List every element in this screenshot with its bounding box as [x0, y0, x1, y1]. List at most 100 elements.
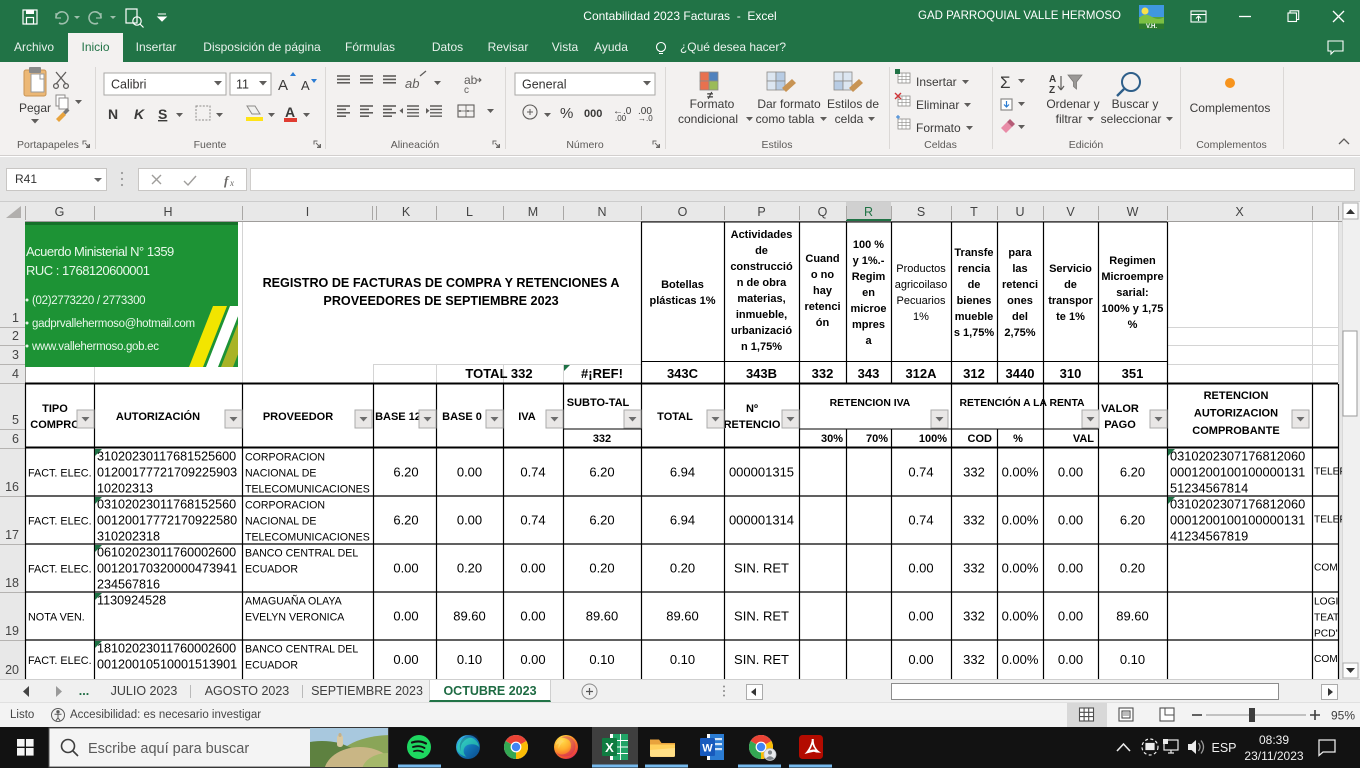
svg-text:BANCO CENTRAL DEL: BANCO CENTRAL DEL: [245, 548, 358, 560]
svg-text:N: N: [108, 106, 118, 122]
svg-text:6.20: 6.20: [393, 465, 418, 480]
svg-text:PCD": PCD": [1314, 629, 1340, 640]
svg-text:0.00: 0.00: [1058, 561, 1083, 576]
svg-text:las: las: [1012, 263, 1027, 275]
svg-text:bienes: bienes: [957, 295, 992, 307]
svg-text:0.00: 0.00: [457, 465, 482, 480]
svg-text:0.00: 0.00: [1058, 513, 1083, 528]
svg-text:COM: COM: [1314, 563, 1338, 574]
svg-text:0.00%: 0.00%: [1002, 513, 1039, 528]
svg-text:0.20: 0.20: [589, 561, 614, 576]
svg-text:Regim: Regim: [852, 271, 886, 283]
svg-text:PAGO: PAGO: [1104, 419, 1136, 431]
svg-text:RETENCIÓN A LA RENTA: RETENCIÓN A LA RENTA: [959, 396, 1085, 409]
svg-text:R: R: [864, 205, 873, 219]
svg-text:COD: COD: [968, 433, 993, 445]
svg-text:FACT. ELEC.: FACT. ELEC.: [28, 655, 92, 667]
svg-text:Σ: Σ: [1000, 73, 1011, 92]
svg-text:0.00%: 0.00%: [1002, 561, 1039, 576]
svg-text:351: 351: [1122, 366, 1144, 381]
svg-text:ESP: ESP: [1211, 741, 1236, 755]
svg-text:0.00: 0.00: [457, 513, 482, 528]
svg-text:VALOR: VALOR: [1101, 403, 1139, 415]
svg-text:23/11/2023: 23/11/2023: [1244, 749, 1303, 763]
svg-text:SUBTO-TAL: SUBTO-TAL: [567, 397, 630, 409]
svg-text:Buscar y: Buscar y: [1112, 97, 1159, 111]
svg-text:ECUADOR: ECUADOR: [245, 564, 298, 576]
svg-text:0.10: 0.10: [457, 652, 482, 667]
svg-text:A: A: [1049, 74, 1056, 85]
svg-text:K: K: [134, 106, 145, 122]
svg-text:SIN. RET: SIN. RET: [734, 561, 789, 576]
svg-text:332: 332: [963, 609, 985, 624]
svg-text:n de obra: n de obra: [737, 277, 787, 289]
svg-text:0.00: 0.00: [393, 609, 418, 624]
svg-text:(02)2773220 / 2773300: (02)2773220 / 2773300: [32, 295, 145, 307]
svg-text:312A: 312A: [905, 366, 937, 381]
svg-text:celda: celda: [835, 112, 864, 126]
svg-text:343B: 343B: [746, 366, 777, 381]
svg-text:06102023011760002600: 06102023011760002600: [97, 546, 236, 560]
svg-text:para: para: [1008, 247, 1032, 259]
svg-text:Pecuarios: Pecuarios: [897, 295, 946, 307]
svg-text:332: 332: [593, 433, 611, 445]
svg-text:EVELYN VERONICA: EVELYN VERONICA: [245, 612, 345, 624]
svg-text:332: 332: [963, 652, 985, 667]
svg-text:18: 18: [5, 576, 19, 590]
svg-text:Nº: Nº: [746, 403, 758, 415]
svg-text:3: 3: [12, 348, 19, 362]
svg-text:0.00%: 0.00%: [1002, 465, 1039, 480]
svg-text:→.0: →.0: [638, 114, 653, 123]
svg-text:0.00: 0.00: [1058, 652, 1083, 667]
svg-text:N: N: [597, 205, 606, 219]
svg-text:6: 6: [12, 432, 19, 446]
svg-text:0.20: 0.20: [670, 561, 695, 576]
svg-text:20: 20: [5, 663, 19, 677]
svg-text:inmueble,: inmueble,: [736, 309, 787, 321]
svg-text:BASE 12: BASE 12: [375, 411, 421, 423]
svg-text:11: 11: [236, 78, 249, 92]
svg-text:0.74: 0.74: [520, 513, 545, 528]
svg-text:o no: o no: [811, 269, 834, 281]
svg-text:microe: microe: [850, 303, 886, 315]
svg-text:IVA: IVA: [518, 411, 536, 423]
svg-text:Productos: Productos: [896, 263, 946, 275]
svg-text:0.00: 0.00: [520, 561, 545, 576]
svg-text:sarial:: sarial:: [1116, 287, 1148, 299]
svg-text:6.94: 6.94: [670, 465, 695, 480]
svg-text:CORPORACION: CORPORACION: [245, 500, 325, 512]
svg-text:NACIONAL DE: NACIONAL DE: [245, 468, 316, 480]
svg-text:plásticas 1%: plásticas 1%: [649, 295, 715, 307]
svg-text:ECUADOR: ECUADOR: [245, 660, 298, 672]
svg-text:6.20: 6.20: [589, 465, 614, 480]
svg-text:6.20: 6.20: [393, 513, 418, 528]
svg-text:6.20: 6.20: [1120, 513, 1145, 528]
svg-text:0.00: 0.00: [1058, 609, 1083, 624]
svg-text:RETENCION: RETENCION: [1204, 390, 1269, 402]
svg-text:Ordenar y: Ordenar y: [1046, 97, 1099, 111]
svg-text:10202313: 10202313: [97, 482, 153, 496]
svg-text:3440: 3440: [1006, 366, 1035, 381]
svg-text:gadprvallehermoso@hotmail.com: gadprvallehermoso@hotmail.com: [32, 318, 195, 330]
svg-text:L: L: [466, 205, 473, 219]
svg-text:ones: ones: [1007, 295, 1033, 307]
svg-text:c: c: [464, 85, 469, 96]
svg-text:0.00: 0.00: [908, 561, 933, 576]
svg-text:NOTA VEN.: NOTA VEN.: [28, 612, 85, 624]
svg-text:A: A: [285, 104, 295, 120]
svg-text:AUTORIZACION: AUTORIZACION: [1194, 408, 1278, 420]
svg-text:W: W: [702, 743, 713, 755]
svg-text:K: K: [402, 205, 411, 219]
svg-text:51234567814: 51234567814: [1170, 481, 1248, 496]
svg-text:Transfe: Transfe: [954, 247, 993, 259]
svg-text:A: A: [278, 77, 288, 94]
svg-text:COMPROBANTE: COMPROBANTE: [1192, 425, 1279, 437]
svg-text:100 %: 100 %: [853, 239, 884, 251]
svg-text:16: 16: [5, 480, 19, 494]
svg-text:.00: .00: [615, 114, 627, 123]
svg-text:0.00: 0.00: [1058, 465, 1083, 480]
svg-text:AMAGUAÑA OLAYA: AMAGUAÑA OLAYA: [245, 595, 343, 608]
svg-text:RETENCIO: RETENCIO: [724, 419, 781, 431]
svg-text:transpor: transpor: [1048, 295, 1093, 307]
svg-text:hay: hay: [813, 285, 833, 297]
